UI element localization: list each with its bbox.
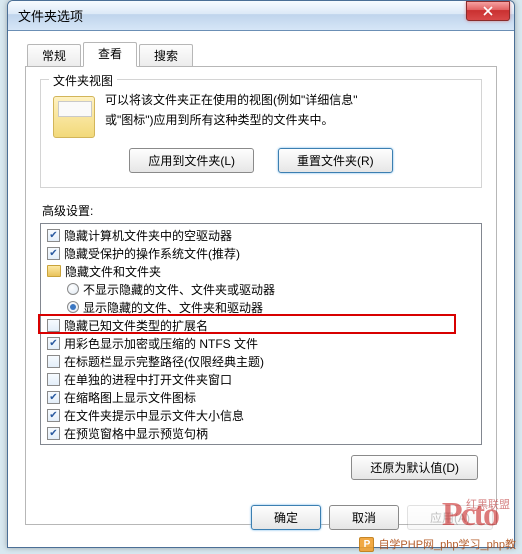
tree-row[interactable]: 隐藏受保护的操作系统文件(推荐) [41, 244, 481, 262]
tree-row-label: 在文件夹提示中显示文件大小信息 [64, 407, 244, 424]
folder-icon [47, 265, 61, 277]
tree-row-label: 在缩略图上显示文件图标 [64, 389, 196, 406]
tree-row[interactable]: 在缩略图上显示文件图标 [41, 388, 481, 406]
checkbox-icon[interactable] [47, 247, 60, 260]
folder-view-group: 文件夹视图 可以将该文件夹正在使用的视图(例如"详细信息" 或"图标")应用到所… [40, 79, 482, 188]
radio-icon[interactable] [67, 301, 79, 313]
checkbox-icon[interactable] [47, 319, 60, 332]
tree-row-label: 在标题栏显示完整路径(仅限经典主题) [64, 353, 264, 370]
folder-options-window: 文件夹选项 常规 查看 搜索 文件夹视图 可以将该文件夹正在使用的视图(例如"详… [7, 0, 515, 548]
reset-folders-button[interactable]: 重置文件夹(R) [278, 148, 393, 173]
tree-row[interactable]: 隐藏计算机文件夹中的空驱动器 [41, 226, 481, 244]
tab-search[interactable]: 搜索 [139, 44, 193, 67]
titlebar[interactable]: 文件夹选项 [8, 1, 514, 31]
tree-row-label: 不显示隐藏的文件、文件夹或驱动器 [83, 281, 275, 298]
tab-general[interactable]: 常规 [27, 44, 81, 67]
apply-to-folders-button[interactable]: 应用到文件夹(L) [129, 148, 254, 173]
tree-row[interactable]: 隐藏已知文件类型的扩展名 [41, 316, 481, 334]
close-button[interactable] [466, 1, 510, 21]
cancel-button[interactable]: 取消 [329, 505, 399, 530]
tree-row[interactable]: 不显示隐藏的文件、文件夹或驱动器 [41, 280, 481, 298]
checkbox-icon[interactable] [47, 391, 60, 404]
close-icon [483, 6, 493, 16]
tab-body-view: 文件夹视图 可以将该文件夹正在使用的视图(例如"详细信息" 或"图标")应用到所… [25, 67, 497, 525]
window-title: 文件夹选项 [18, 6, 466, 25]
folder-view-desc-line2: 或"图标")应用到所有这种类型的文件夹中。 [105, 113, 334, 127]
tree-row-label: 隐藏已知文件类型的扩展名 [64, 317, 208, 334]
folder-view-desc-line1: 可以将该文件夹正在使用的视图(例如"详细信息" [105, 93, 358, 107]
tree-row-label: 在预览窗格中显示预览句柄 [64, 425, 208, 442]
ok-button[interactable]: 确定 [251, 505, 321, 530]
tree-row[interactable]: 用彩色显示加密或压缩的 NTFS 文件 [41, 334, 481, 352]
tree-row-label: 隐藏文件和文件夹 [65, 263, 161, 280]
tree-row[interactable]: 隐藏文件和文件夹 [41, 262, 481, 280]
tree-row[interactable]: 显示隐藏的文件、文件夹和驱动器 [41, 298, 481, 316]
checkbox-icon[interactable] [47, 373, 60, 386]
folder-view-desc: 可以将该文件夹正在使用的视图(例如"详细信息" 或"图标")应用到所有这种类型的… [105, 90, 469, 131]
tree-row[interactable]: 在预览窗格中显示预览句柄 [41, 424, 481, 442]
tree-row-label: 在单独的进程中打开文件夹窗口 [64, 371, 232, 388]
tab-view[interactable]: 查看 [83, 42, 137, 67]
checkbox-icon[interactable] [47, 409, 60, 422]
tree-row-label: 显示隐藏的文件、文件夹和驱动器 [83, 299, 263, 316]
tree-row[interactable]: 在单独的进程中打开文件夹窗口 [41, 370, 481, 388]
apply-button[interactable]: 应用(A) [407, 505, 493, 530]
advanced-settings-label: 高级设置: [42, 202, 482, 219]
tree-row[interactable]: 在标题栏显示完整路径(仅限经典主题) [41, 352, 481, 370]
folder-view-icon [53, 96, 95, 138]
advanced-settings-tree[interactable]: 隐藏计算机文件夹中的空驱动器隐藏受保护的操作系统文件(推荐)隐藏文件和文件夹不显… [40, 223, 482, 445]
restore-defaults-button[interactable]: 还原为默认值(D) [351, 455, 478, 480]
tree-row-label: 隐藏受保护的操作系统文件(推荐) [64, 245, 240, 262]
checkbox-icon[interactable] [47, 427, 60, 440]
radio-icon[interactable] [67, 283, 79, 295]
dialog-buttons: 确定 取消 应用(A) [251, 505, 493, 530]
checkbox-icon[interactable] [47, 337, 60, 350]
tree-row-label: 用彩色显示加密或压缩的 NTFS 文件 [64, 335, 258, 352]
checkbox-icon[interactable] [47, 229, 60, 242]
tab-header: 常规 查看 搜索 [25, 43, 497, 67]
folder-view-title: 文件夹视图 [49, 72, 117, 89]
client-area: 常规 查看 搜索 文件夹视图 可以将该文件夹正在使用的视图(例如"详细信息" 或… [15, 35, 507, 540]
tree-row-label: 隐藏计算机文件夹中的空驱动器 [64, 227, 232, 244]
tree-row[interactable]: 在文件夹提示中显示文件大小信息 [41, 406, 481, 424]
checkbox-icon[interactable] [47, 355, 60, 368]
